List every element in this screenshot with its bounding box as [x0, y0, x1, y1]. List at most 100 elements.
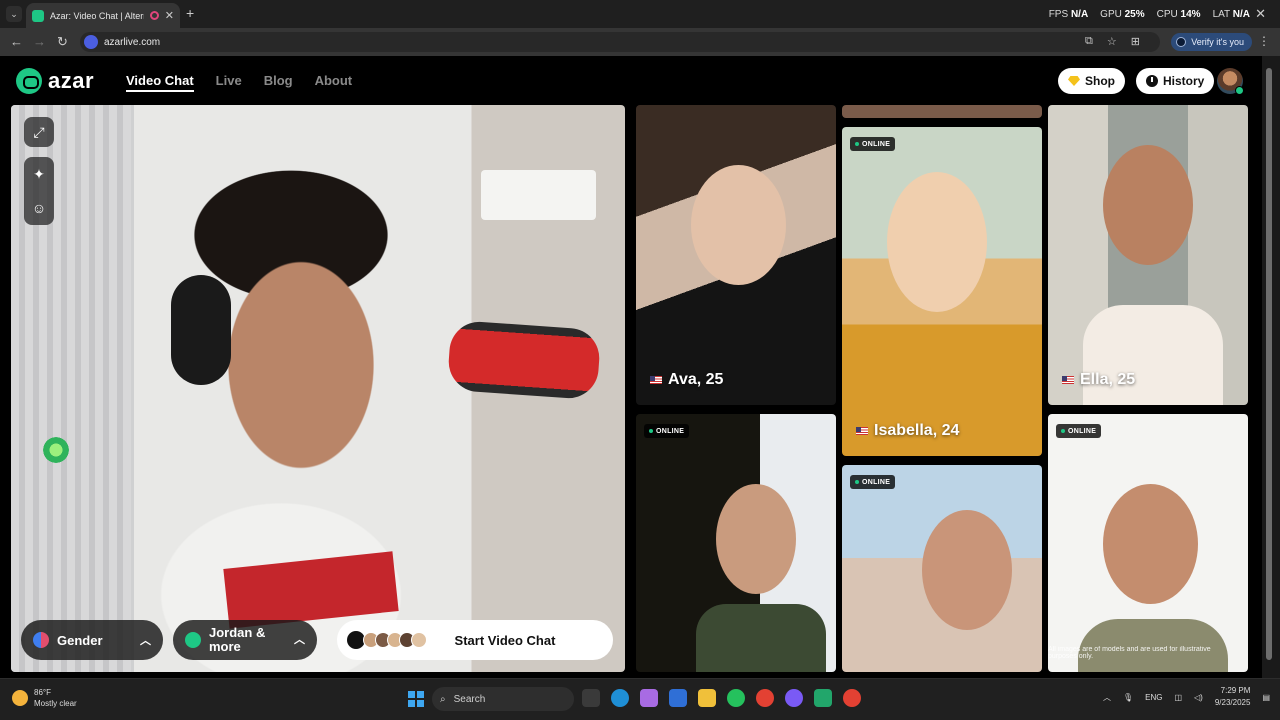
store-icon[interactable] [669, 689, 687, 707]
chrome-icon[interactable] [756, 689, 774, 707]
gpu-label: GPU [1100, 8, 1122, 20]
network-icon[interactable]: ◫ [1174, 693, 1182, 702]
gender-filter-button[interactable]: Gender ︿ [21, 620, 163, 660]
tab-close-icon[interactable]: ✕ [165, 9, 174, 22]
microphone-icon[interactable]: 🎙 [1123, 693, 1133, 702]
system-tray: ︿ 🎙 ENG ◫ ◁) 7:29 PM 9/23/2025 ▤ [1103, 685, 1270, 709]
online-badge: ONLINE [1056, 424, 1102, 438]
windows-taskbar: 86°F Mostly clear ⌕ Search ︿ 🎙 ENG ◫ ◁) … [0, 678, 1280, 720]
card-photo [1103, 484, 1198, 604]
edge-icon[interactable] [611, 689, 629, 707]
whatsapp-icon[interactable] [727, 689, 745, 707]
card-name: Ella, 25 [1080, 371, 1136, 388]
profile-card-isabella[interactable]: ONLINE Isabella, 24 [842, 127, 1042, 456]
cast-icon[interactable]: ⧉ [1085, 35, 1093, 48]
profile-card[interactable]: ONLINE [636, 414, 836, 672]
preview-avatars [363, 632, 427, 648]
card-photo [887, 172, 987, 312]
chrome-profile-icon[interactable] [843, 689, 861, 707]
region-label: Jordan & more [209, 625, 266, 654]
volume-icon[interactable]: ◁) [1194, 693, 1203, 702]
weather-widget[interactable]: 86°F Mostly clear [12, 687, 77, 709]
notifications-icon[interactable]: ▤ [1262, 693, 1270, 702]
fps-label: FPS [1048, 8, 1069, 20]
profile-card[interactable]: ONLINE [842, 465, 1042, 672]
gem-icon [1068, 76, 1080, 86]
expand-icon[interactable]: ⤢ [24, 117, 54, 147]
camera-feed-ac-unit [481, 170, 596, 220]
verify-profile-button[interactable]: Verify it's you [1171, 33, 1252, 51]
browser-menu-icon[interactable]: ⋮ [1258, 34, 1270, 48]
online-status-icon [1235, 86, 1244, 95]
sparkle-effects-icon[interactable]: ✦ [24, 157, 54, 191]
face-mask-icon[interactable]: ☺ [24, 191, 54, 225]
profile-card-ava[interactable]: Ava, 25 [636, 105, 836, 405]
card-name-tag: Ava, 25 [650, 371, 723, 389]
us-flag-icon [856, 427, 868, 435]
card-name-tag: Ella, 25 [1062, 371, 1135, 389]
azar-logo-icon [16, 68, 42, 94]
region-filter-button[interactable]: Jordan & more ︿ [173, 620, 317, 660]
copilot-icon[interactable] [640, 689, 658, 707]
reload-icon[interactable]: ↻ [57, 34, 68, 50]
taskbar-search[interactable]: ⌕ Search [432, 687, 574, 711]
back-arrow-icon[interactable]: ← [10, 34, 23, 49]
profile-card[interactable]: ONLINE All images are of models and are … [1048, 414, 1248, 672]
window-close-icon[interactable]: ✕ [1255, 6, 1266, 22]
tab-title: Azar: Video Chat | Alternati [50, 10, 144, 21]
azar-logo[interactable]: azar [16, 68, 94, 94]
main-nav: Video Chat Live Blog About [126, 73, 352, 92]
card-name: Isabella, 24 [874, 422, 960, 439]
profile-avatar-icon [1176, 37, 1187, 47]
bookmark-star-icon[interactable]: ☆ [1107, 35, 1117, 48]
globe-icon [185, 632, 201, 648]
weather-condition: Mostly clear [34, 699, 77, 708]
page-scrollbar[interactable] [1262, 56, 1280, 678]
azar-favicon-icon [32, 9, 44, 22]
nav-live[interactable]: Live [216, 73, 242, 92]
user-avatar[interactable] [1217, 68, 1244, 95]
scrollbar-thumb[interactable] [1266, 68, 1272, 660]
disclaimer-text: All images are of models and are used fo… [1048, 646, 1211, 660]
chevron-up-icon[interactable]: ︿ [1103, 692, 1111, 703]
card-photo [691, 165, 786, 285]
camera-feed-microphone [446, 319, 602, 401]
history-label: History [1163, 74, 1205, 88]
new-tab-button[interactable]: + [186, 5, 194, 21]
history-button[interactable]: History [1136, 68, 1215, 94]
nav-video-chat[interactable]: Video Chat [126, 73, 194, 92]
profile-card-ella[interactable]: Ella, 25 [1048, 105, 1248, 405]
tab-search-chevron-icon[interactable]: ⌄ [6, 6, 22, 22]
start-video-chat-button[interactable]: Start Video Chat [337, 620, 613, 660]
cpu-value: 14% [1180, 8, 1201, 20]
language-indicator[interactable]: ENG [1145, 693, 1162, 702]
task-view-icon[interactable] [582, 689, 600, 707]
browser-tab-bar: ⌄ Azar: Video Chat | Alternati ✕ + FPS N… [0, 0, 1280, 28]
app-icon[interactable] [814, 689, 832, 707]
url-text: azarlive.com [104, 36, 161, 48]
url-field[interactable]: azarlive.com [80, 32, 1160, 52]
site-info-icon[interactable] [84, 35, 98, 49]
search-icon: ⌕ [440, 693, 446, 705]
fps-value: N/A [1070, 8, 1089, 20]
clock-icon [1146, 75, 1158, 87]
system-clock[interactable]: 7:29 PM 9/23/2025 [1215, 685, 1251, 709]
shop-button[interactable]: Shop [1058, 68, 1125, 94]
nav-blog[interactable]: Blog [264, 73, 293, 92]
verify-label: Verify it's you [1191, 37, 1244, 47]
windows-start-icon[interactable] [408, 691, 424, 707]
nav-about[interactable]: About [315, 73, 353, 92]
gender-label: Gender [57, 632, 103, 648]
camera-feed-headset [171, 275, 231, 385]
us-flag-icon [650, 376, 662, 384]
profile-card-partial[interactable] [842, 105, 1042, 118]
discord-icon[interactable] [785, 689, 803, 707]
logo-text: azar [48, 68, 95, 93]
online-badge: ONLINE [850, 475, 896, 489]
address-bar-actions: ⧉ ☆ ⊞ [1085, 35, 1140, 48]
forward-arrow-icon[interactable]: → [33, 34, 46, 49]
extensions-icon[interactable]: ⊞ [1131, 35, 1140, 48]
browser-tab[interactable]: Azar: Video Chat | Alternati ✕ [26, 3, 180, 28]
card-photo [716, 484, 796, 594]
file-explorer-icon[interactable] [698, 689, 716, 707]
